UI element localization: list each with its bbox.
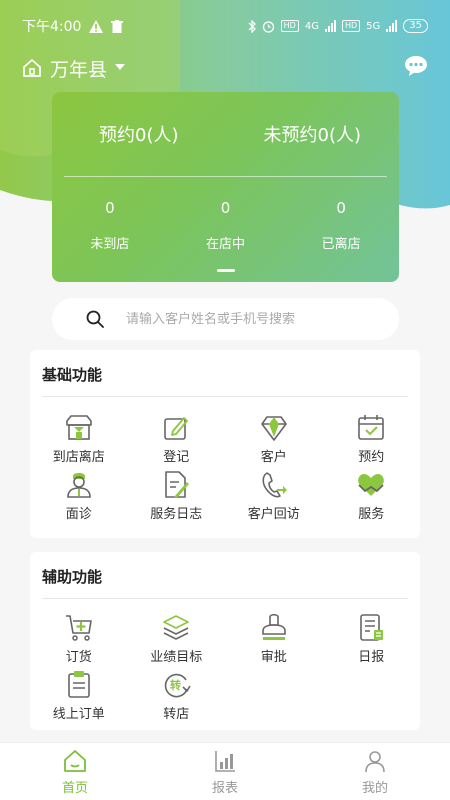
- warning-icon: [89, 19, 104, 33]
- func-appointment[interactable]: 预约: [323, 413, 421, 470]
- location-name: 万年县: [50, 58, 108, 81]
- func-label: 客户: [260, 450, 287, 465]
- message-button[interactable]: [404, 55, 428, 81]
- clipboard-icon: [67, 671, 90, 698]
- func-register[interactable]: 登记: [128, 413, 226, 470]
- func-daily-report[interactable]: 日报: [323, 613, 421, 670]
- heart-hands-icon: [358, 474, 385, 496]
- phone-callback-icon: [262, 472, 287, 498]
- transfer-icon: 转: [165, 673, 191, 698]
- func-label: 面诊: [65, 507, 92, 522]
- bottom-tab-bar: 首页 报表 我的: [0, 742, 450, 800]
- tab-home[interactable]: 首页: [0, 743, 150, 800]
- stat-not-arrived[interactable]: 0 未到店: [52, 199, 168, 252]
- func-label: 订货: [65, 650, 92, 665]
- search-input[interactable]: [126, 311, 386, 327]
- layers-icon: [163, 615, 190, 640]
- func-label: 服务: [358, 507, 385, 522]
- svg-text:转: 转: [170, 678, 181, 692]
- func-label: 服务日志: [150, 507, 203, 522]
- func-approval[interactable]: 审批: [225, 613, 323, 670]
- func-order[interactable]: 订货: [30, 613, 128, 670]
- tab-mine[interactable]: 我的: [300, 743, 450, 800]
- page-indicator: [217, 269, 235, 272]
- signal-icon: [324, 20, 336, 32]
- stat-value: 0: [105, 199, 115, 217]
- alarm-icon: [262, 20, 274, 33]
- func-label: 客户回访: [247, 507, 300, 522]
- stat-in-store[interactable]: 0 在店中: [168, 199, 284, 252]
- bar-chart-icon: [215, 751, 235, 772]
- tab-label: 报表: [211, 781, 238, 796]
- document-pen-icon: [165, 471, 190, 498]
- store-icon: [65, 415, 92, 440]
- home-icon: [64, 750, 86, 772]
- user-icon: [365, 751, 385, 773]
- status-time: 下午4:00: [22, 19, 82, 35]
- chat-bubble-icon: [405, 56, 427, 76]
- not-reserved-count[interactable]: 未预约0(人): [226, 121, 400, 147]
- network-type: 4G: [304, 20, 319, 32]
- app-header: 万年县: [0, 52, 450, 84]
- func-customer[interactable]: 客户: [225, 413, 323, 470]
- stat-value: 0: [336, 199, 346, 217]
- func-online-order[interactable]: 线上订单: [30, 670, 128, 727]
- func-label: 线上订单: [52, 707, 105, 722]
- network-type-2: 5G: [366, 20, 381, 32]
- tab-label: 我的: [361, 781, 388, 796]
- func-label: 日报: [358, 650, 385, 665]
- hd-badge-2: HD: [341, 20, 361, 32]
- func-performance-goal[interactable]: 业绩目标: [128, 613, 226, 670]
- trash-icon: [111, 19, 124, 33]
- caret-down-icon: [115, 64, 126, 70]
- hd-badge: HD: [280, 20, 299, 32]
- func-label: 到店离店: [52, 450, 105, 465]
- assist-functions-card: 辅助功能 订货 业绩目标 审批 日报 线上订单 转 转店: [30, 552, 420, 730]
- report-icon: [360, 614, 384, 641]
- stat-label: 未到店: [90, 237, 130, 252]
- cart-icon: [65, 615, 92, 641]
- stat-value: 0: [220, 199, 231, 217]
- search-icon: [86, 310, 104, 328]
- search-bar[interactable]: [52, 298, 399, 340]
- func-consultation[interactable]: 面诊: [30, 470, 128, 527]
- func-store-in-out[interactable]: 到店离店: [30, 413, 128, 470]
- tab-label: 首页: [61, 781, 88, 796]
- battery-indicator: 35: [403, 19, 428, 33]
- diamond-icon: [260, 416, 287, 441]
- stat-label: 已离店: [321, 237, 361, 252]
- func-label: 登记: [163, 450, 190, 465]
- section-title: 辅助功能: [42, 568, 103, 586]
- visit-summary-card: 预约0(人) 未预约0(人) 0 未到店 0 在店中 0 已离店: [52, 92, 399, 282]
- location-selector[interactable]: 万年县: [22, 55, 126, 82]
- bluetooth-icon: [248, 19, 256, 33]
- func-label: 转店: [163, 707, 190, 722]
- func-label: 审批: [260, 650, 287, 665]
- section-title: 基础功能: [42, 366, 103, 384]
- func-label: 业绩目标: [150, 650, 203, 665]
- home-outline-icon: [23, 59, 41, 77]
- reserved-count[interactable]: 预约0(人): [52, 121, 226, 147]
- tab-report[interactable]: 报表: [150, 743, 300, 800]
- func-transfer-store[interactable]: 转 转店: [128, 670, 226, 727]
- stat-left[interactable]: 0 已离店: [283, 199, 399, 252]
- basic-functions-card: 基础功能 到店离店 登记 客户 预约 面诊 服务日志 客户回访 服务: [30, 350, 420, 538]
- calendar-icon: [358, 415, 385, 440]
- func-customer-callback[interactable]: 客户回访: [225, 470, 323, 527]
- signal-icon-2: [386, 20, 398, 32]
- stat-label: 在店中: [206, 237, 246, 252]
- func-service[interactable]: 服务: [323, 470, 421, 527]
- status-bar: 下午4:00 HD 4G HD 5G 35: [0, 0, 450, 52]
- doctor-icon: [66, 473, 91, 498]
- func-label: 预约: [358, 450, 385, 465]
- stamp-icon: [261, 613, 286, 640]
- func-service-log[interactable]: 服务日志: [128, 470, 226, 527]
- register-icon: [164, 417, 189, 440]
